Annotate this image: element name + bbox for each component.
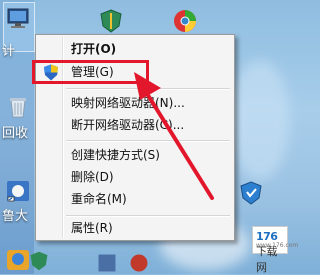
app-icon[interactable] bbox=[96, 252, 118, 274]
recycle-bin-label: 回收 bbox=[2, 126, 29, 141]
menu-item-delete[interactable]: 删除(D) bbox=[71, 167, 114, 187]
menu-item-create-shortcut[interactable]: 创建快捷方式(S) bbox=[71, 145, 160, 165]
manage-highlight-box bbox=[32, 60, 149, 84]
app-shortcut-label: 鲁大 bbox=[2, 209, 29, 224]
menu-item-rename[interactable]: 重命名(M) bbox=[71, 189, 127, 209]
watermark-url: www.176.com bbox=[256, 242, 299, 249]
menu-separator bbox=[66, 215, 230, 217]
wallpaper-glow bbox=[230, 60, 290, 180]
site-watermark: 176下载网 www.176.com bbox=[252, 226, 298, 274]
computer-icon-label: 计 bbox=[2, 44, 16, 59]
menu-item-disconnect-network-drive[interactable]: 断开网络驱动器(C)... bbox=[71, 115, 184, 135]
browser-app-icon[interactable] bbox=[172, 8, 198, 34]
shield-app-icon[interactable] bbox=[238, 180, 264, 206]
app-shortcut-icon[interactable] bbox=[5, 178, 31, 204]
app-icon[interactable] bbox=[128, 252, 150, 274]
menu-item-open[interactable]: 打开(O) bbox=[71, 39, 116, 59]
shield-app-icon[interactable] bbox=[98, 8, 124, 34]
menu-separator bbox=[66, 88, 230, 90]
menu-item-properties[interactable]: 属性(R) bbox=[71, 218, 113, 238]
menu-item-map-network-drive[interactable]: 映射网络驱动器(N)... bbox=[71, 93, 185, 113]
shield-app-icon[interactable] bbox=[28, 250, 50, 272]
computer-icon[interactable] bbox=[5, 5, 31, 31]
watermark-logo-text: 176下载网 bbox=[256, 230, 278, 274]
menu-separator bbox=[66, 140, 230, 142]
recycle-bin-icon[interactable] bbox=[5, 94, 31, 120]
